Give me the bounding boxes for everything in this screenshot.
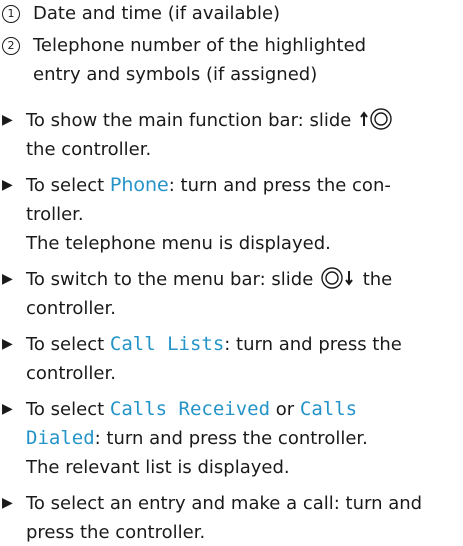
triangle-bullet-icon: ▶ [2,177,13,193]
slide-down-controller-icon [321,267,353,289]
step-5-line-2: Dialed: turn and press the controller. [26,425,368,452]
step-2-line-2: troller. [26,204,84,225]
step-5-text-or: or [270,399,300,420]
legend-number-2: 2 [2,37,20,55]
triangle-bullet-icon: ▶ [2,401,13,417]
step-5-result: The relevant list is displayed. [26,457,290,478]
step-2-result: The telephone menu is displayed. [26,233,331,254]
step-3-text-b: the [356,269,393,290]
ui-label-calls-received: Calls Received [109,398,271,420]
step-5-text-b: : turn and press the controller. [94,428,368,449]
step-5-text-a: To select [26,399,110,420]
ui-label-phone: Phone [109,174,169,196]
triangle-bullet-icon: ▶ [2,495,13,511]
step-3-line-2: controller. [26,298,116,319]
ui-label-call-lists: Call Lists [109,333,225,355]
step-6-line-2: press the controller. [26,522,206,543]
manual-page: 1 Date and time (if available) 2 Telepho… [0,0,463,543]
ui-label-calls-dialed-part-2: Dialed [26,427,95,449]
step-2-line-1: To select Phone: turn and press the con- [26,172,391,199]
step-5-line-1: To select Calls Received or Calls [26,396,357,423]
step-1-text-a: To show the main function bar: slide [26,110,358,131]
step-4-text-a: To select [26,334,110,355]
step-4-text-b: : turn and press the [224,334,402,355]
step-1-line-2: the controller. [26,139,152,160]
slide-up-controller-icon [360,108,392,130]
triangle-bullet-icon: ▶ [2,112,13,128]
step-6-line-1: To select an entry and make a call: turn… [26,493,423,514]
step-4-line-2: controller. [26,363,116,384]
triangle-bullet-icon: ▶ [2,336,13,352]
ui-label-calls-dialed-part-1: Calls [299,398,358,420]
step-4-line-1: To select Call Lists: turn and press the [26,331,402,358]
legend-text-2-line-2: entry and symbols (if assigned) [33,64,318,85]
step-2-text-b: : turn and press the con- [168,175,391,196]
step-3-line-1: To switch to the menu bar: slide the [26,266,392,293]
legend-text-2-line-1: Telephone number of the highlighted [33,35,367,56]
step-1-line-1: To show the main function bar: slide [26,107,395,134]
legend-number-1: 1 [2,5,20,23]
legend-text-1: Date and time (if available) [33,3,281,24]
step-3-text-a: To switch to the menu bar: slide [26,269,319,290]
triangle-bullet-icon: ▶ [2,271,13,287]
step-2-text-a: To select [26,175,110,196]
